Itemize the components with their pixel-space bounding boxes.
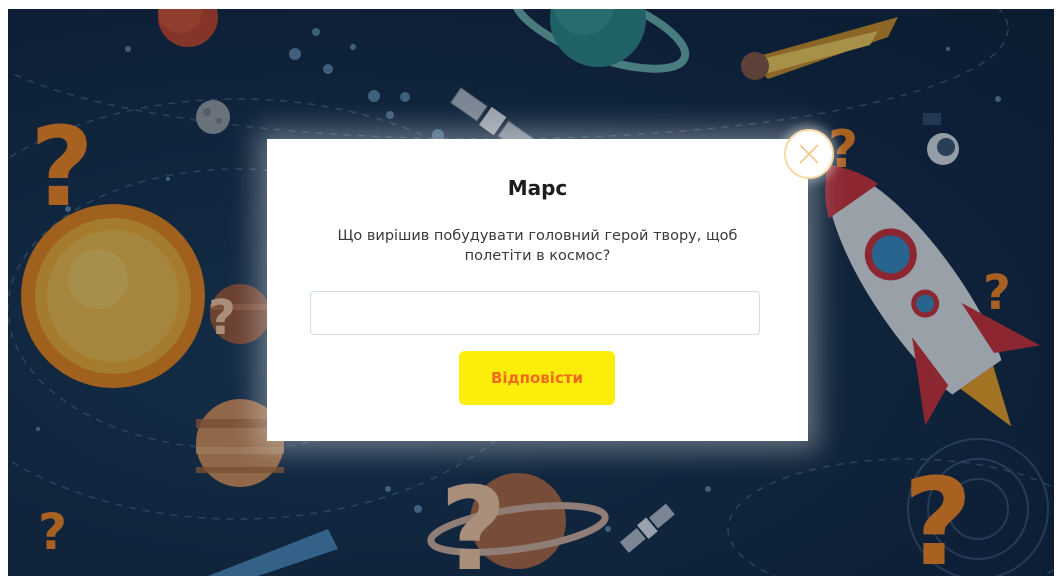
close-button[interactable]: [784, 129, 834, 179]
answer-input[interactable]: [310, 291, 760, 335]
question-dialog: Марс Що вирішив побудувати головний геро…: [267, 139, 808, 441]
question-text: Що вирішив побудувати головний герой тво…: [337, 228, 738, 264]
submit-answer-button[interactable]: Відповісти: [459, 351, 615, 405]
close-icon: [799, 144, 819, 164]
dialog-title: Марс: [507, 176, 568, 200]
